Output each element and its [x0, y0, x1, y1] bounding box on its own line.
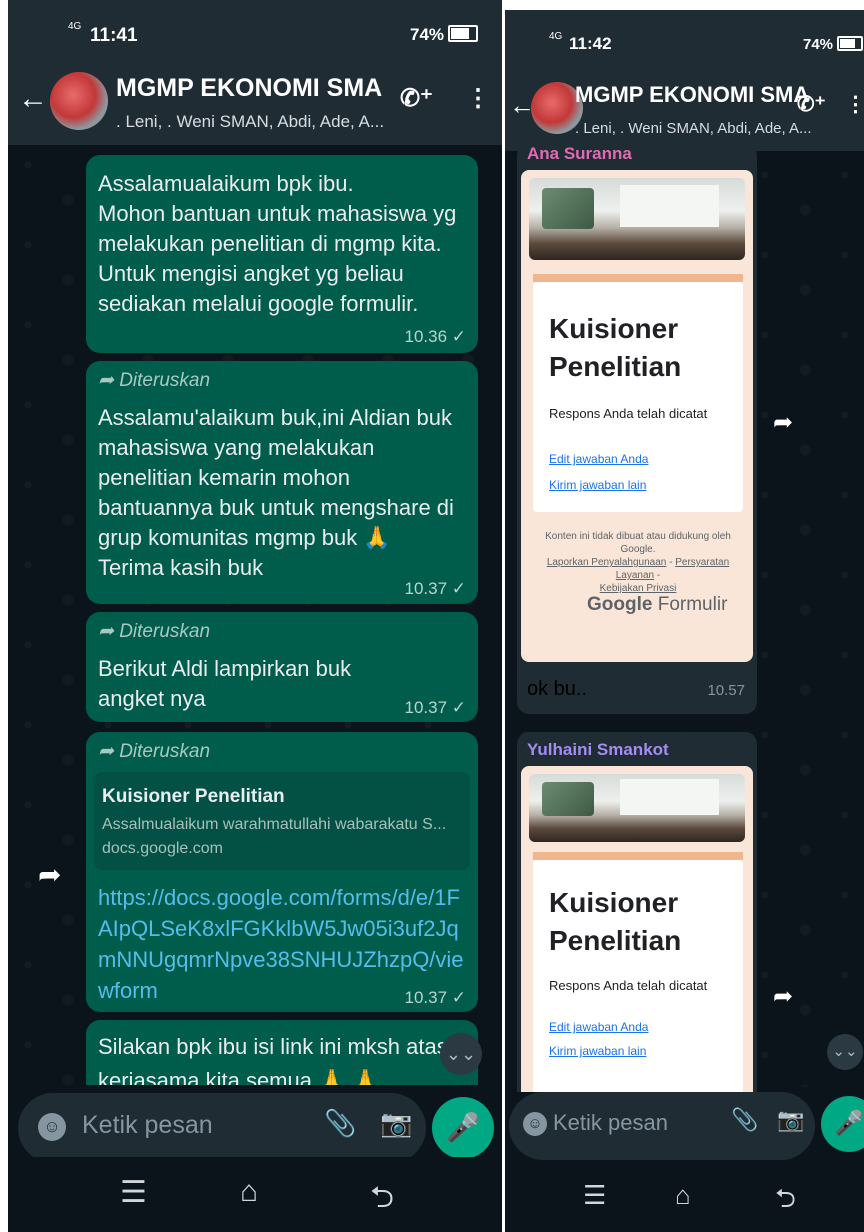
message-time: 10.37 ✓	[404, 579, 466, 598]
sender-name: Ana Suranna	[527, 144, 632, 163]
battery-icon	[448, 25, 479, 42]
form-screenshot[interactable]: Kuisioner Penelitian Respons Anda telah d…	[521, 766, 753, 1092]
scroll-down-button[interactable]: ⌄⌄	[440, 1033, 482, 1075]
forwarded-label: ➦ Diteruskan	[98, 741, 211, 762]
form-header-image	[529, 178, 745, 260]
message-bubble[interactable]: ➦ Diteruskan Berikut Aldi lampirkan buk …	[86, 612, 478, 722]
attach-icon[interactable]: 📎	[324, 1108, 356, 1139]
message-bubble[interactable]: Assalamualaikum bpk ibu. Mohon bantuan u…	[86, 155, 478, 353]
status-time: 11:42	[569, 34, 612, 53]
emoji-icon[interactable]: ☺	[523, 1112, 547, 1136]
network-indicator: 4G	[68, 21, 82, 32]
message-text: Assalamu'alaikum buk,ini Aldian buk maha…	[98, 405, 454, 580]
form-title: Kuisioner Penelitian	[549, 887, 682, 956]
back-nav-icon[interactable]: ⮌	[370, 1175, 394, 1226]
message-text: Berikut Aldi lampirkan buk angket nya	[98, 656, 352, 711]
menu-dots-icon[interactable]: ⋮	[466, 84, 490, 113]
message-bubble[interactable]: ➦ Diteruskan Assalamu'alaikum buk,ini Al…	[86, 361, 478, 604]
forward-icon: ➦	[98, 741, 120, 762]
menu-dots-icon[interactable]: ⋮	[845, 92, 864, 117]
home-icon[interactable]: ⌂	[240, 1175, 258, 1209]
system-nav-bar: ☰ ⌂ ⮌	[8, 1157, 502, 1232]
message-time: 10.37 ✓	[404, 698, 466, 717]
link-domain: docs.google.com	[102, 840, 223, 857]
received-message[interactable]: Yulhaini Smankot Kuisioner Penelitian Res…	[517, 732, 757, 1092]
submit-another-link[interactable]: Kirim jawaban lain	[549, 1044, 646, 1058]
status-bar: 4G 11:41 74%	[8, 0, 502, 60]
form-title: Kuisioner Penelitian	[549, 313, 682, 382]
network-indicator: 4G	[549, 31, 563, 42]
received-message[interactable]: Ana Suranna Kuisioner Penelitian Respons …	[517, 144, 757, 714]
message-time: 10.36 ✓	[404, 327, 466, 346]
message-time: 10.57	[707, 682, 745, 699]
link-title: Kuisioner Penelitian	[102, 786, 285, 807]
battery-indicator: 74%	[803, 36, 864, 53]
form-accent-strip	[533, 274, 743, 282]
group-members[interactable]: . Leni, . Weni SMAN, Abdi, Ade, A...	[575, 120, 812, 137]
link-description: Assalmualaikum warahmatullahi wabarakatu…	[102, 816, 447, 833]
right-phone-screen: 4G 11:42 74% ← MGMP EKONOMI SMA . Leni, …	[505, 10, 864, 1232]
mic-button[interactable]: 🎤	[821, 1096, 864, 1152]
forward-icon: ➦	[98, 370, 120, 391]
microphone-icon: 🎤	[445, 1112, 481, 1143]
message-caption: ok bu..	[527, 678, 588, 700]
form-response-card: Kuisioner Penelitian Respons Anda telah d…	[533, 282, 743, 512]
share-arrow-icon[interactable]: ➦	[773, 982, 793, 1011]
message-input[interactable]: Ketik pesan	[82, 1111, 213, 1140]
mic-button[interactable]: 🎤	[432, 1097, 494, 1159]
form-header-image	[529, 774, 745, 842]
add-call-icon[interactable]: ✆⁺	[797, 92, 826, 117]
group-title[interactable]: MGMP EKONOMI SMA	[575, 82, 809, 108]
google-forms-logo: Google Formulir	[587, 594, 728, 615]
sender-name: Yulhaini Smankot	[527, 740, 669, 759]
form-disclaimer: Konten ini tidak dibuat atau didukung ol…	[545, 531, 731, 594]
emoji-icon[interactable]: ☺	[38, 1113, 66, 1141]
edit-response-link[interactable]: Edit jawaban Anda	[549, 1020, 648, 1034]
group-members[interactable]: . Leni, . Weni SMAN, Abdi, Ade, A...	[116, 112, 384, 132]
left-phone-screen: 4G 11:41 74% ← MGMP EKONOMI SMA . Leni, …	[8, 0, 502, 1232]
battery-icon	[837, 36, 864, 51]
message-input-bar[interactable]: ☺ Ketik pesan 📎 📷	[509, 1092, 815, 1160]
message-bubble[interactable]: Silakan bpk ibu isi link ini mksh atas k…	[86, 1020, 478, 1085]
form-response-text: Respons Anda telah dicatat	[549, 978, 708, 993]
forward-icon: ➦	[98, 621, 120, 642]
message-input-bar[interactable]: ☺ Ketik pesan 📎 📷	[18, 1093, 426, 1163]
share-arrow-icon[interactable]: ➦	[38, 858, 61, 891]
forwarded-label: ➦ Diteruskan	[98, 370, 211, 391]
share-arrow-icon[interactable]: ➦	[773, 408, 793, 437]
form-screenshot[interactable]: Kuisioner Penelitian Respons Anda telah d…	[521, 170, 753, 662]
message-text: Assalamualaikum bpk ibu. Mohon bantuan u…	[98, 171, 457, 316]
message-bubble[interactable]: ➦ Diteruskan Kuisioner Penelitian Assalm…	[86, 732, 478, 1012]
submit-another-link[interactable]: Kirim jawaban lain	[549, 478, 646, 492]
chat-header[interactable]: ← MGMP EKONOMI SMA . Leni, . Weni SMAN, …	[8, 60, 502, 145]
group-avatar[interactable]	[50, 72, 108, 130]
form-response-card: Kuisioner Penelitian Respons Anda telah d…	[533, 860, 743, 1092]
camera-icon[interactable]: 📷	[777, 1107, 804, 1133]
group-title[interactable]: MGMP EKONOMI SMA	[116, 74, 382, 103]
chat-header[interactable]: ← MGMP EKONOMI SMA . Leni, . Weni SMAN, …	[505, 68, 864, 151]
camera-icon[interactable]: 📷	[380, 1108, 412, 1139]
form-accent-strip	[533, 852, 743, 860]
microphone-icon: 🎤	[834, 1110, 864, 1137]
recent-apps-icon[interactable]: ☰	[120, 1175, 147, 1210]
status-time: 11:41	[90, 25, 138, 46]
attach-icon[interactable]: 📎	[731, 1107, 758, 1133]
back-nav-icon[interactable]: ⮌	[775, 1180, 796, 1224]
back-arrow-icon[interactable]: ←	[18, 82, 48, 116]
message-clip: Silakan bpk ibu isi link ini mksh atas k…	[86, 1020, 478, 1085]
scroll-down-button[interactable]: ⌄⌄	[827, 1034, 863, 1070]
link-preview[interactable]: Kuisioner Penelitian Assalmualaikum wara…	[94, 772, 470, 870]
system-nav-bar: ☰ ⌂ ⮌	[505, 1162, 864, 1232]
recent-apps-icon[interactable]: ☰	[583, 1180, 606, 1211]
home-icon[interactable]: ⌂	[675, 1180, 691, 1211]
form-response-text: Respons Anda telah dicatat	[549, 406, 708, 421]
add-call-icon[interactable]: ✆⁺	[400, 84, 433, 113]
edit-response-link[interactable]: Edit jawaban Anda	[549, 452, 648, 466]
message-input[interactable]: Ketik pesan	[553, 1110, 668, 1136]
message-text: Silakan bpk ibu isi link ini mksh atas k…	[98, 1034, 448, 1085]
message-time: 10.37 ✓	[404, 988, 466, 1007]
status-bar: 4G 11:42 74%	[505, 10, 864, 68]
battery-indicator: 74%	[410, 25, 479, 45]
forwarded-label: ➦ Diteruskan	[98, 621, 211, 642]
